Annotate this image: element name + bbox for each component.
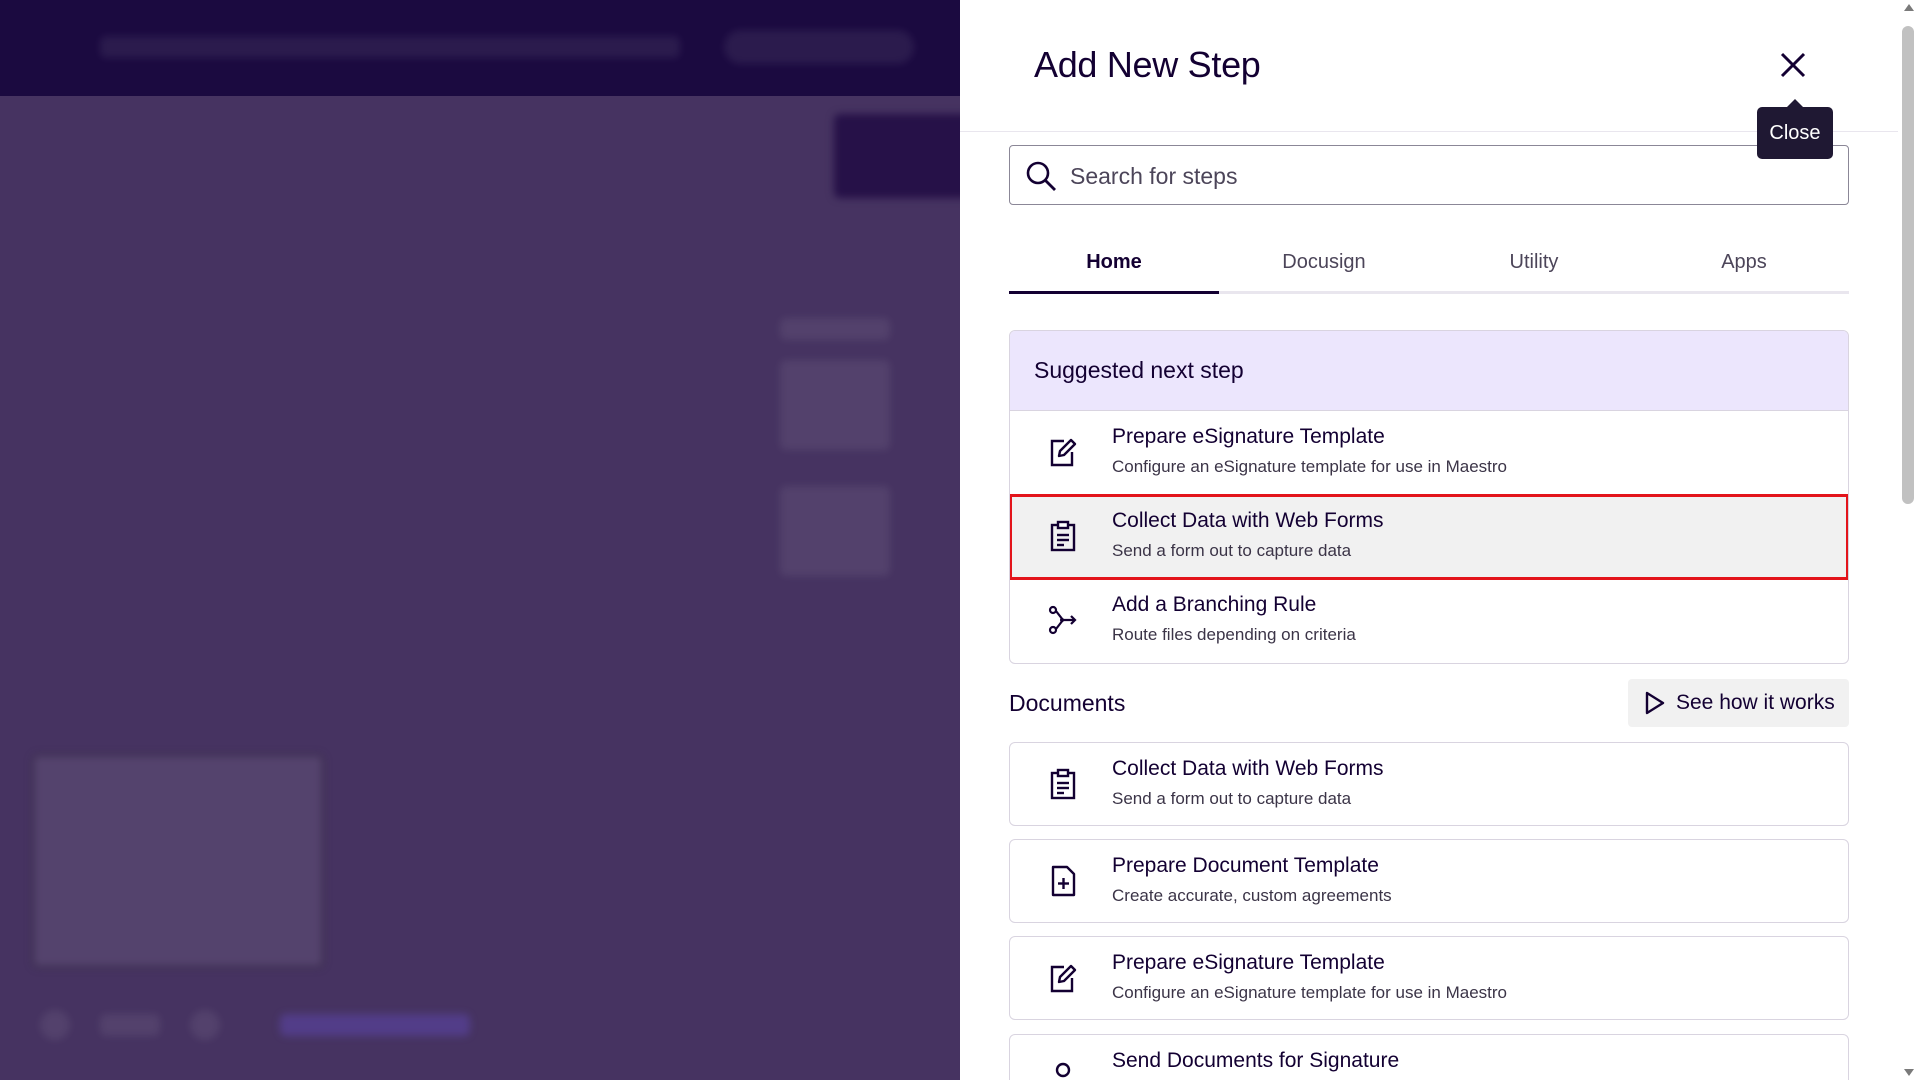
blurred-icon bbox=[190, 1010, 220, 1040]
tab-docusign[interactable]: Docusign bbox=[1219, 237, 1429, 291]
blurred-text bbox=[100, 1014, 160, 1036]
app-backdrop bbox=[0, 0, 960, 1080]
tab-apps[interactable]: Apps bbox=[1639, 237, 1849, 291]
close-button[interactable] bbox=[1774, 46, 1812, 84]
see-how-it-works-button[interactable]: See how it works bbox=[1628, 679, 1849, 727]
blurred-link bbox=[280, 1014, 470, 1036]
suggested-heading: Suggested next step bbox=[1010, 331, 1848, 411]
step-title: Prepare eSignature Template bbox=[1112, 425, 1385, 448]
app-topbar-blurred bbox=[0, 0, 960, 96]
tab-home[interactable]: Home bbox=[1009, 237, 1219, 294]
step-add-branching-rule[interactable]: Add a Branching Rule Route files dependi… bbox=[1010, 579, 1848, 663]
edit-document-icon bbox=[1050, 964, 1077, 993]
step-subtitle: Configure an eSignature template for use… bbox=[1112, 457, 1508, 476]
clipboard-icon bbox=[1050, 520, 1076, 552]
step-title: Collect Data with Web Forms bbox=[1112, 509, 1384, 532]
step-subtitle: Route files depending on criteria bbox=[1112, 625, 1356, 644]
step-subtitle: Create accurate, custom agreements bbox=[1112, 886, 1392, 905]
scroll-down-arrow[interactable] bbox=[1904, 1069, 1914, 1076]
clipboard-icon bbox=[1050, 768, 1076, 800]
panel-title: Add New Step bbox=[1034, 44, 1261, 85]
add-step-panel: Add New Step Close Home Docusign Utility… bbox=[960, 0, 1920, 1080]
search-input[interactable] bbox=[1070, 156, 1770, 196]
blurred-text bbox=[780, 318, 890, 340]
blurred-icon bbox=[40, 1010, 70, 1040]
step-collect-data-web-forms[interactable]: Collect Data with Web Forms Send a form … bbox=[1009, 742, 1849, 826]
tab-utility[interactable]: Utility bbox=[1429, 237, 1639, 291]
blurred-card bbox=[780, 486, 890, 576]
play-icon bbox=[1645, 691, 1665, 715]
step-collect-data-web-forms[interactable]: Collect Data with Web Forms Send a form … bbox=[1010, 494, 1848, 580]
document-add-icon bbox=[1051, 865, 1076, 897]
panel-scrollbar[interactable] bbox=[1898, 0, 1920, 1080]
step-prepare-esignature-template[interactable]: Prepare eSignature Template Configure an… bbox=[1010, 411, 1848, 495]
step-title: Add a Branching Rule bbox=[1112, 593, 1317, 616]
step-title: Prepare Document Template bbox=[1112, 854, 1379, 877]
step-prepare-esignature-template[interactable]: Prepare eSignature Template Configure an… bbox=[1009, 936, 1849, 1020]
branch-icon bbox=[1048, 605, 1077, 635]
see-how-label: See how it works bbox=[1676, 691, 1835, 714]
blurred-minimap bbox=[32, 754, 324, 968]
step-title: Collect Data with Web Forms bbox=[1112, 757, 1384, 780]
step-tabs: Home Docusign Utility Apps bbox=[1009, 237, 1849, 294]
signer-icon bbox=[1055, 1062, 1071, 1078]
step-title: Prepare eSignature Template bbox=[1112, 951, 1385, 974]
blurred-panel bbox=[834, 114, 960, 198]
search-icon bbox=[1026, 161, 1056, 191]
step-title: Send Documents for Signature bbox=[1112, 1049, 1400, 1072]
blurred-card bbox=[780, 360, 890, 450]
scroll-thumb[interactable] bbox=[1902, 26, 1914, 504]
step-subtitle: Send a form out to capture data bbox=[1112, 541, 1352, 560]
close-tooltip: Close bbox=[1757, 99, 1833, 159]
scroll-up-arrow[interactable] bbox=[1904, 4, 1914, 11]
edit-document-icon bbox=[1050, 438, 1077, 467]
blurred-button bbox=[724, 30, 914, 64]
blurred-text bbox=[100, 36, 680, 58]
suggested-steps: Suggested next step Prepare eSignature T… bbox=[1009, 330, 1849, 664]
step-prepare-document-template[interactable]: Prepare Document Template Create accurat… bbox=[1009, 839, 1849, 923]
step-subtitle: Configure an eSignature template for use… bbox=[1112, 983, 1508, 1002]
step-send-documents-for-signature[interactable]: Send Documents for Signature bbox=[1009, 1034, 1849, 1080]
documents-heading: Documents bbox=[1009, 690, 1126, 716]
close-icon bbox=[1780, 52, 1806, 78]
step-subtitle: Send a form out to capture data bbox=[1112, 789, 1352, 808]
search-box bbox=[1009, 145, 1849, 205]
